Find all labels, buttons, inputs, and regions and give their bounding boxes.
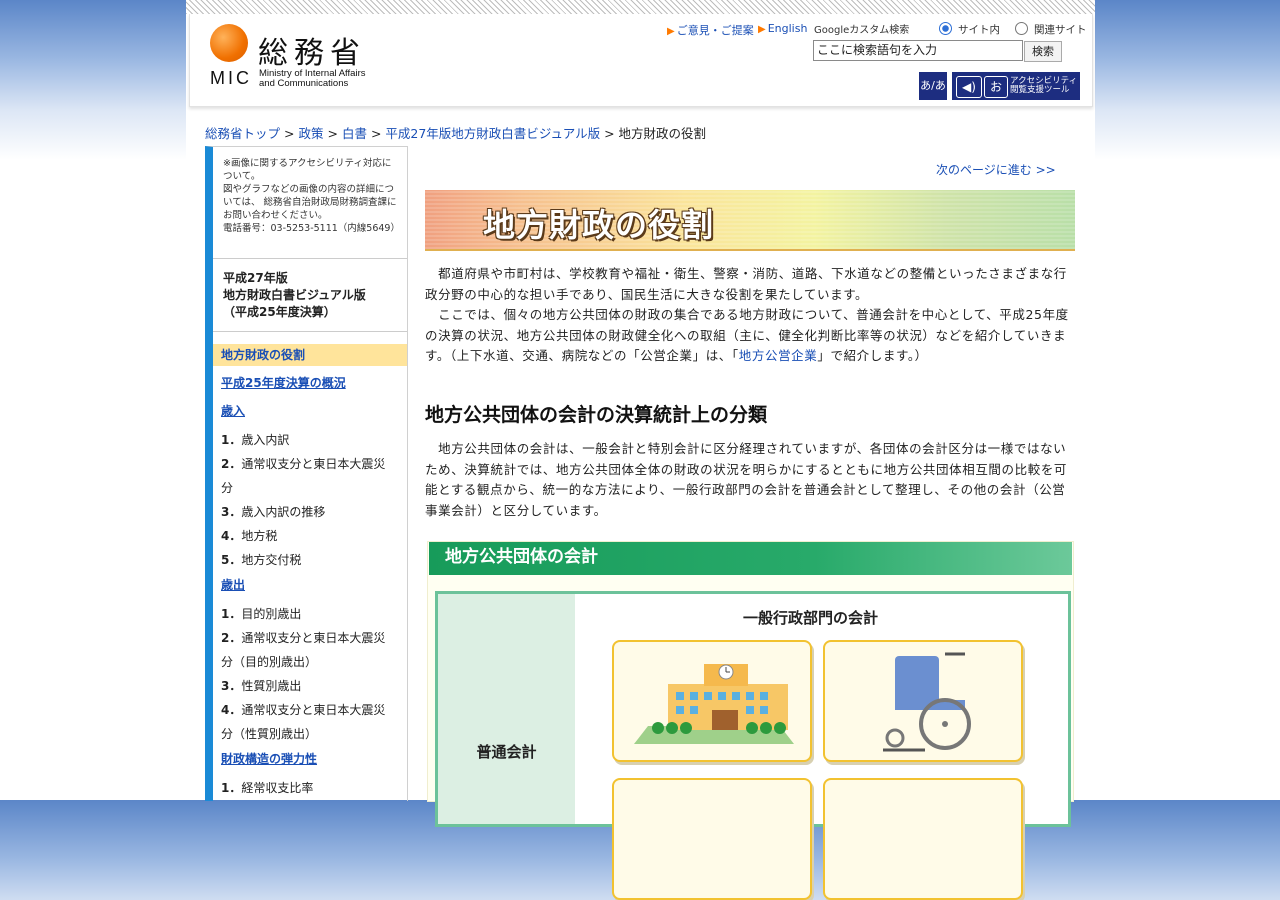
google-custom-search-label: Googleカスタム検索 [814,25,910,36]
logo-subtitle: Ministry of Internal Affairs and Communic… [259,68,366,89]
sidebar-item-link[interactable]: 歳入内訳の推移 [241,505,325,519]
section-heading: 地方公共団体の会計の決算統計上の分類 [425,404,768,426]
breadcrumb-top[interactable]: 総務省トップ [205,126,280,141]
accounting-diagram: 地方公共団体の会計 普通会計 一般行政部門の会計 [427,541,1074,900]
sidebar-item: 1．目的別歳出 [213,602,407,626]
diagram-subtitle: 一般行政部門の会計 [743,609,879,627]
radio-related[interactable]: 関連サイト [1015,22,1087,37]
sidebar-item: 2．通常収支分と東日本大震災分 [213,452,407,500]
sidebar-item: 4．地方税 [213,524,407,548]
hiragana-o-icon: お [984,76,1008,98]
sidebar-item-link[interactable]: 地方交付税 [241,553,301,567]
sidebar-item-link[interactable]: 通常収支分と東日本大震災分（目的別歳出） [221,631,385,669]
sidebar-item-number: 4． [221,529,242,543]
font-size-tool-button[interactable]: あ/あ [919,72,947,100]
local-public-enterprise-link[interactable]: 地方公営企業 [739,348,818,363]
sidebar-item-link[interactable]: 地方税 [241,529,277,543]
sidebar-item-number: 3． [221,679,242,693]
sidebar-item-link[interactable]: 性質別歳出 [241,679,301,693]
logo-mic: MIC [210,68,252,88]
triangle-icon: ▶ [758,24,766,35]
sidebar-item: 1．歳入内訳 [213,428,407,452]
sidebar-item-number: 1． [221,433,242,447]
general-account-label: 普通会計 [476,743,537,761]
sidebar-item-link[interactable]: 目的別歳出 [241,607,301,621]
diagram-left-cell: 普通会計 [438,594,575,824]
mic-logo[interactable]: 総務省 MIC Ministry of Internal Affairs and … [210,24,400,94]
sidebar-item-link[interactable]: 歳入内訳 [241,433,289,447]
radio-site[interactable]: サイト内 [939,22,1000,37]
sidebar-item-link[interactable]: 通常収支分と東日本大震災分（性質別歳出） [221,703,385,741]
speaker-icon: ◀) [956,76,982,98]
accessibility-tool-button[interactable]: ◀) お アクセシビリティ 閲覧支援ツール [952,72,1080,100]
radio-off-icon [1015,22,1028,35]
breadcrumb-whitepaper[interactable]: 白書 [342,126,367,141]
breadcrumb: 総務省トップ > 政策 > 白書 > 平成27年版地方財政白書ビジュアル版 > … [205,126,707,141]
sidebar-item: 4．通常収支分と東日本大震災分（性質別歳出） [213,698,407,746]
sidebar-item-number: 3． [221,505,242,519]
accessibility-note: ※画像に関するアクセシビリティ対応について。 図やグラフなどの画像の内容の詳細に… [213,147,407,259]
search-button[interactable]: 検索 [1024,41,1062,62]
sidebar-item-number: 1． [221,607,242,621]
breadcrumb-current: 地方財政の役割 [618,126,707,141]
triangle-icon: ▶ [667,26,675,37]
sidebar-item: 2．通常収支分と東日本大震災分（目的別歳出） [213,626,407,674]
opinion-link[interactable]: ▶ ご意見・ご提案 [667,22,754,38]
sidebar-item-number: 2． [221,457,242,471]
sidebar-section-1[interactable]: 平成25年度決算の概況 [213,372,407,394]
radio-on-icon [939,22,952,35]
page-container: 総務省 MIC Ministry of Internal Affairs and … [186,0,1095,900]
sidebar: ※画像に関するアクセシビリティ対応について。 図やグラフなどの画像の内容の詳細に… [205,146,408,801]
sidebar-item-link[interactable]: 通常収支分と東日本大震災分 [221,457,385,495]
next-page-link[interactable]: 次のページに進む >> [936,161,1056,178]
english-link[interactable]: ▶ English [758,22,807,35]
sidebar-item: 3．性質別歳出 [213,674,407,698]
sidebar-item-number: 5． [221,553,242,567]
wheelchair-card [823,640,1023,762]
top-stripe [186,0,1095,14]
accessibility-tool-label: アクセシビリティ 閲覧支援ツール [1010,76,1078,95]
sidebar-section-2[interactable]: 歳入 [213,400,407,422]
google-logo-icon: Google [814,25,850,36]
classification-paragraph: 地方公共団体の会計は、一般会計と特別会計に区分経理されていますが、各団体の会計区… [425,441,1068,518]
logo-kanji: 総務省 [258,36,366,71]
sidebar-section-4[interactable]: 財政構造の弾力性 [213,748,407,770]
card-lower-left [612,778,812,900]
diagram-box: 普通会計 一般行政部門の会計 [435,591,1071,900]
sidebar-section-0[interactable]: 地方財政の役割 [213,344,407,366]
breadcrumb-policy[interactable]: 政策 [298,126,323,141]
sidebar-nav: 地方財政の役割 平成25年度決算の概況 歳入 1．歳入内訳 2．通常収支分と東日本大震災… [213,332,407,800]
page-title-banner: 地方財政の役割 [425,190,1075,251]
sidebar-item: 1．経常収支比率 [213,776,407,800]
intro-paragraph: 都道府県や市町村は、学校教育や福祉・衛生、警察・消防、道路、下水道などの整備とい… [425,266,1069,363]
sidebar-item-number: 4． [221,703,242,717]
sidebar-item-link[interactable]: 経常収支比率 [241,781,313,795]
card-lower-right [823,778,1023,900]
diagram-title: 地方公共団体の会計 [429,542,1072,575]
site-header: 総務省 MIC Ministry of Internal Affairs and … [189,14,1093,107]
wheelchair-icon [883,652,971,752]
school-card [612,640,812,762]
book-title: 平成27年版 地方財政白書ビジュアル版 （平成25年度決算） [213,259,407,332]
sidebar-item: 3．歳入内訳の推移 [213,500,407,524]
sidebar-section-3[interactable]: 歳出 [213,574,407,596]
logo-circle-icon [210,24,248,62]
search-input[interactable]: ここに検索語句を入力 [813,40,1023,61]
sidebar-item-number: 1． [221,781,242,795]
sidebar-item: 5．地方交付税 [213,548,407,572]
school-icon [634,664,794,744]
breadcrumb-visual-edition[interactable]: 平成27年版地方財政白書ビジュアル版 [385,126,600,141]
page-title: 地方財政の役割 [483,206,715,244]
sidebar-item-number: 2． [221,631,242,645]
